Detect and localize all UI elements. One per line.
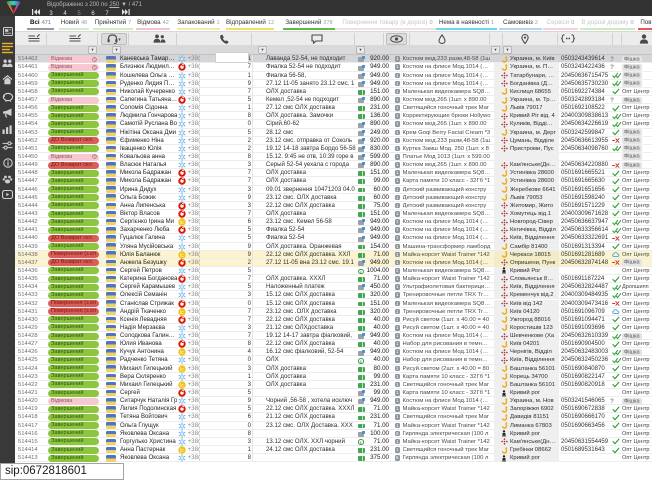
svg-text:lc: lc — [180, 220, 184, 226]
svg-text:lc: lc — [180, 383, 184, 389]
svg-text:lc: lc — [180, 350, 184, 356]
svg-text:lc: lc — [180, 366, 184, 372]
svg-text:lc: lc — [180, 309, 184, 315]
svg-text:lc: lc — [180, 252, 184, 258]
svg-text:lc: lc — [180, 448, 184, 454]
